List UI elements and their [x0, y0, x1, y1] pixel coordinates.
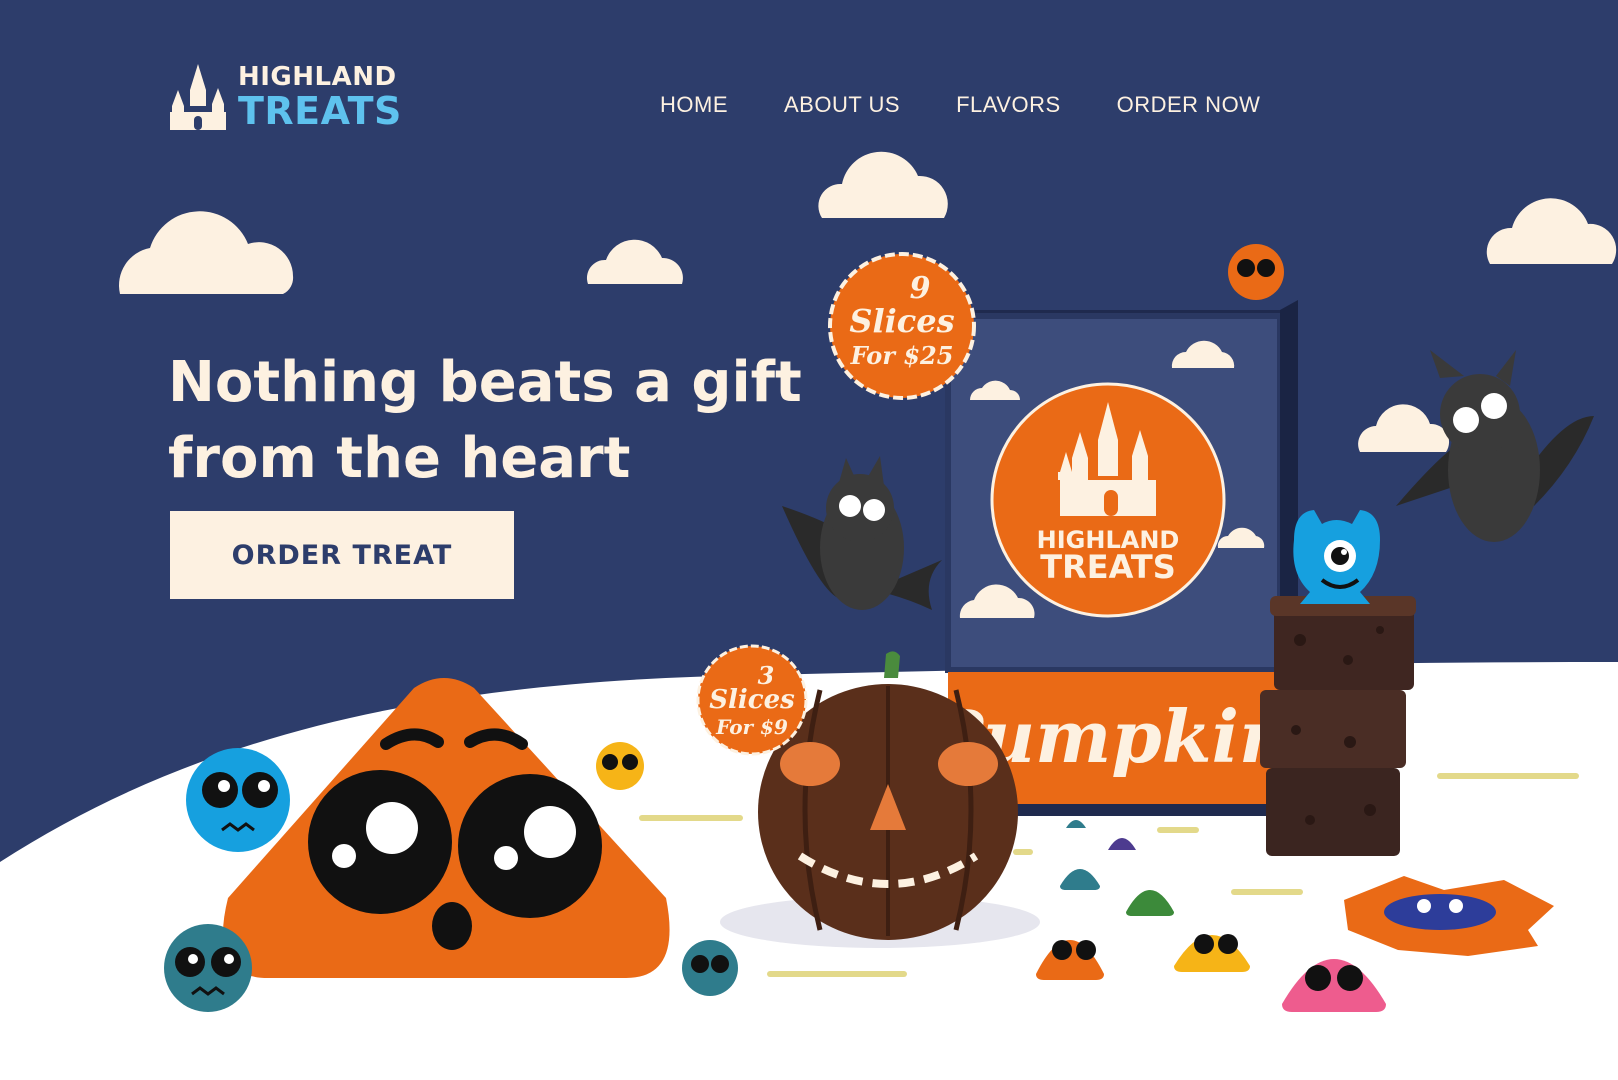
cloud-icon	[119, 211, 294, 294]
blue-creature-icon	[186, 748, 290, 852]
nav-flavors[interactable]: FLAVORS	[956, 92, 1061, 118]
cloud-icon	[1358, 404, 1450, 452]
badge-small-unit: Slices	[709, 685, 795, 715]
hero-headline-line1: Nothing beats a gift	[168, 350, 802, 415]
yellow-creature-icon	[596, 742, 644, 790]
teal-creature-icon	[682, 940, 738, 996]
blue-monster-icon	[1293, 510, 1380, 604]
badge-large-price: For $25	[850, 341, 954, 370]
badge-large-count: 9	[910, 271, 931, 306]
price-badge-large: 9 Slices For $25	[828, 252, 976, 400]
badge-small-price: For $9	[715, 715, 788, 739]
nav-home[interactable]: HOME	[660, 92, 728, 118]
main-nav: HOME ABOUT US FLAVORS ORDER NOW	[660, 92, 1316, 118]
cloud-icon	[586, 239, 683, 284]
badge-large-unit: Slices	[849, 302, 954, 340]
box-logo-line2: TREATS	[1040, 548, 1175, 586]
brand-name-line1: HIGHLAND	[238, 62, 397, 92]
nav-about-us[interactable]: ABOUT US	[784, 92, 900, 118]
brand-name-line2: TREATS	[238, 89, 402, 133]
teal-creature-icon	[164, 924, 252, 1012]
nav-order-now[interactable]: ORDER NOW	[1117, 92, 1261, 118]
cloud-icon	[818, 151, 948, 218]
price-badge-small: 3 Slices For $9	[696, 644, 808, 756]
castle-icon	[170, 64, 226, 130]
orange-creature-icon	[1228, 244, 1284, 300]
brownie-stack	[1260, 596, 1416, 856]
hero-headline: Nothing beats a gift from the heart	[168, 345, 808, 497]
order-treat-button[interactable]: ORDER TREAT	[170, 511, 514, 599]
brand-logo[interactable]: HIGHLAND TREATS	[168, 64, 402, 130]
cloud-icon	[1486, 198, 1617, 264]
hero-headline-line2: from the heart	[168, 426, 631, 491]
